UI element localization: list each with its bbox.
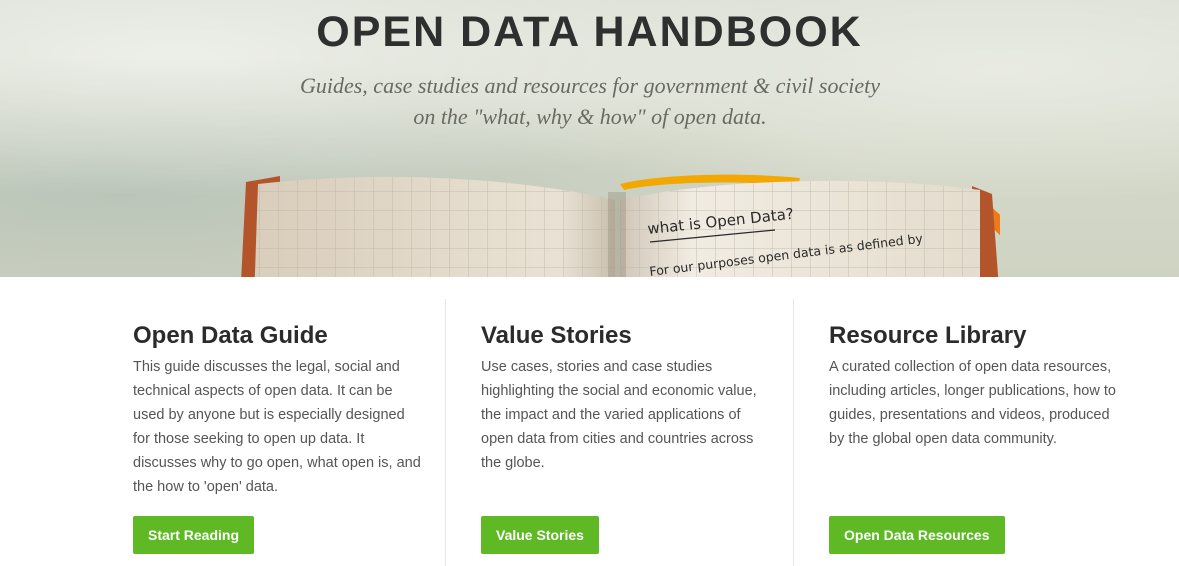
column-title: Resource Library [829, 322, 1027, 349]
column-open-data-guide: Open Data Guide This guide discusses the… [133, 299, 423, 566]
feature-columns: Open Data Guide This guide discusses the… [0, 277, 1179, 566]
value-stories-button[interactable]: Value Stories [481, 516, 599, 554]
page-title: OPEN DATA HANDBOOK [316, 8, 863, 56]
column-title: Value Stories [481, 322, 632, 349]
open-data-resources-button[interactable]: Open Data Resources [829, 516, 1005, 554]
start-reading-button[interactable]: Start Reading [133, 516, 255, 554]
column-title: Open Data Guide [133, 322, 328, 349]
hero-subtitle-line-1: Guides, case studies and resources for g… [299, 73, 881, 98]
column-divider [793, 299, 794, 566]
notebook-illustration: what is Open Data? For our purposes open… [240, 172, 1000, 277]
hero-banner: OPEN DATA HANDBOOK Guides, case studies … [0, 0, 1179, 277]
column-divider [445, 299, 446, 566]
hero-subtitle: Guides, case studies and resources for g… [290, 70, 890, 132]
column-description: Use cases, stories and case studies high… [481, 359, 757, 471]
column-resource-library: Resource Library A curated collection of… [829, 299, 1119, 566]
column-description: A curated collection of open data resour… [829, 359, 1116, 447]
hero-subtitle-line-2: on the "what, why & how" of open data. [413, 104, 767, 129]
column-value-stories: Value Stories Use cases, stories and cas… [481, 299, 771, 566]
column-description: This guide discusses the legal, social a… [133, 359, 421, 495]
